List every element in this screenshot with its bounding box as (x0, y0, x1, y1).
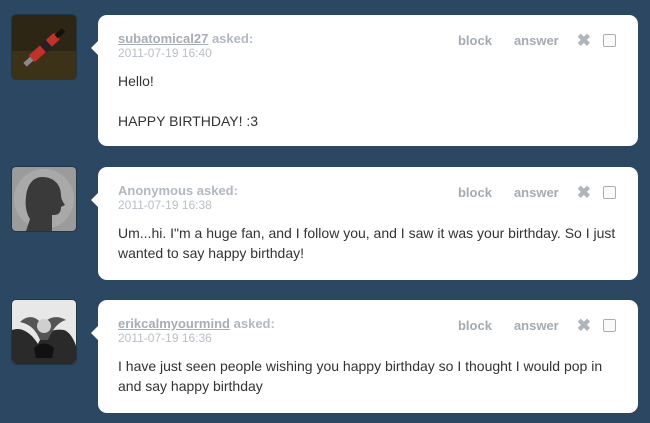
asker-username-link[interactable]: subatomical27 (118, 31, 208, 46)
message-actions: block answer ✖ (458, 317, 616, 334)
message-actions: block answer ✖ (458, 184, 616, 201)
message-paragraph: Hello! (118, 73, 154, 89)
message-bubble: erikcalmyourmind asked: 2011-07-19 16:36… (91, 300, 638, 413)
delete-icon[interactable]: ✖ (577, 32, 591, 49)
delete-icon[interactable]: ✖ (577, 184, 591, 201)
message-date: 2011-07-19 16:36 (118, 331, 212, 345)
message-body: Hello! HAPPY BIRTHDAY! :3 (118, 71, 618, 131)
delete-icon[interactable]: ✖ (577, 317, 591, 334)
answer-button[interactable]: answer (514, 33, 559, 48)
avatar[interactable] (12, 15, 76, 79)
avatar[interactable] (12, 167, 76, 231)
message-paragraph: I have just seen people wishing you happ… (118, 358, 603, 394)
avatar[interactable] (12, 300, 76, 364)
asked-label: asked: (196, 183, 238, 198)
block-button[interactable]: block (458, 33, 492, 48)
block-button[interactable]: block (458, 185, 492, 200)
message-paragraph: HAPPY BIRTHDAY! :3 (118, 113, 259, 129)
message-bubble: subatomical27 asked: 2011-07-19 16:40 bl… (91, 15, 638, 146)
select-checkbox[interactable] (603, 34, 616, 47)
message-body: I have just seen people wishing you happ… (118, 356, 618, 396)
select-checkbox[interactable] (603, 186, 616, 199)
asked-label: asked: (211, 31, 254, 46)
block-button[interactable]: block (458, 318, 492, 333)
asker-name: Anonymous (118, 183, 194, 198)
message-paragraph: Um...hi. I"m a huge fan, and I follow yo… (118, 225, 616, 261)
asked-label: asked: (233, 316, 275, 331)
asker-username-link[interactable]: erikcalmyourmind (118, 316, 230, 331)
message-date: 2011-07-19 16:38 (118, 198, 212, 212)
answer-button[interactable]: answer (514, 185, 559, 200)
answer-button[interactable]: answer (514, 318, 559, 333)
message-bubble: Anonymous asked: 2011-07-19 16:38 block … (91, 167, 638, 280)
message-actions: block answer ✖ (458, 32, 616, 49)
message-date: 2011-07-19 16:40 (118, 46, 212, 60)
message-body: Um...hi. I"m a huge fan, and I follow yo… (118, 223, 618, 263)
select-checkbox[interactable] (603, 319, 616, 332)
